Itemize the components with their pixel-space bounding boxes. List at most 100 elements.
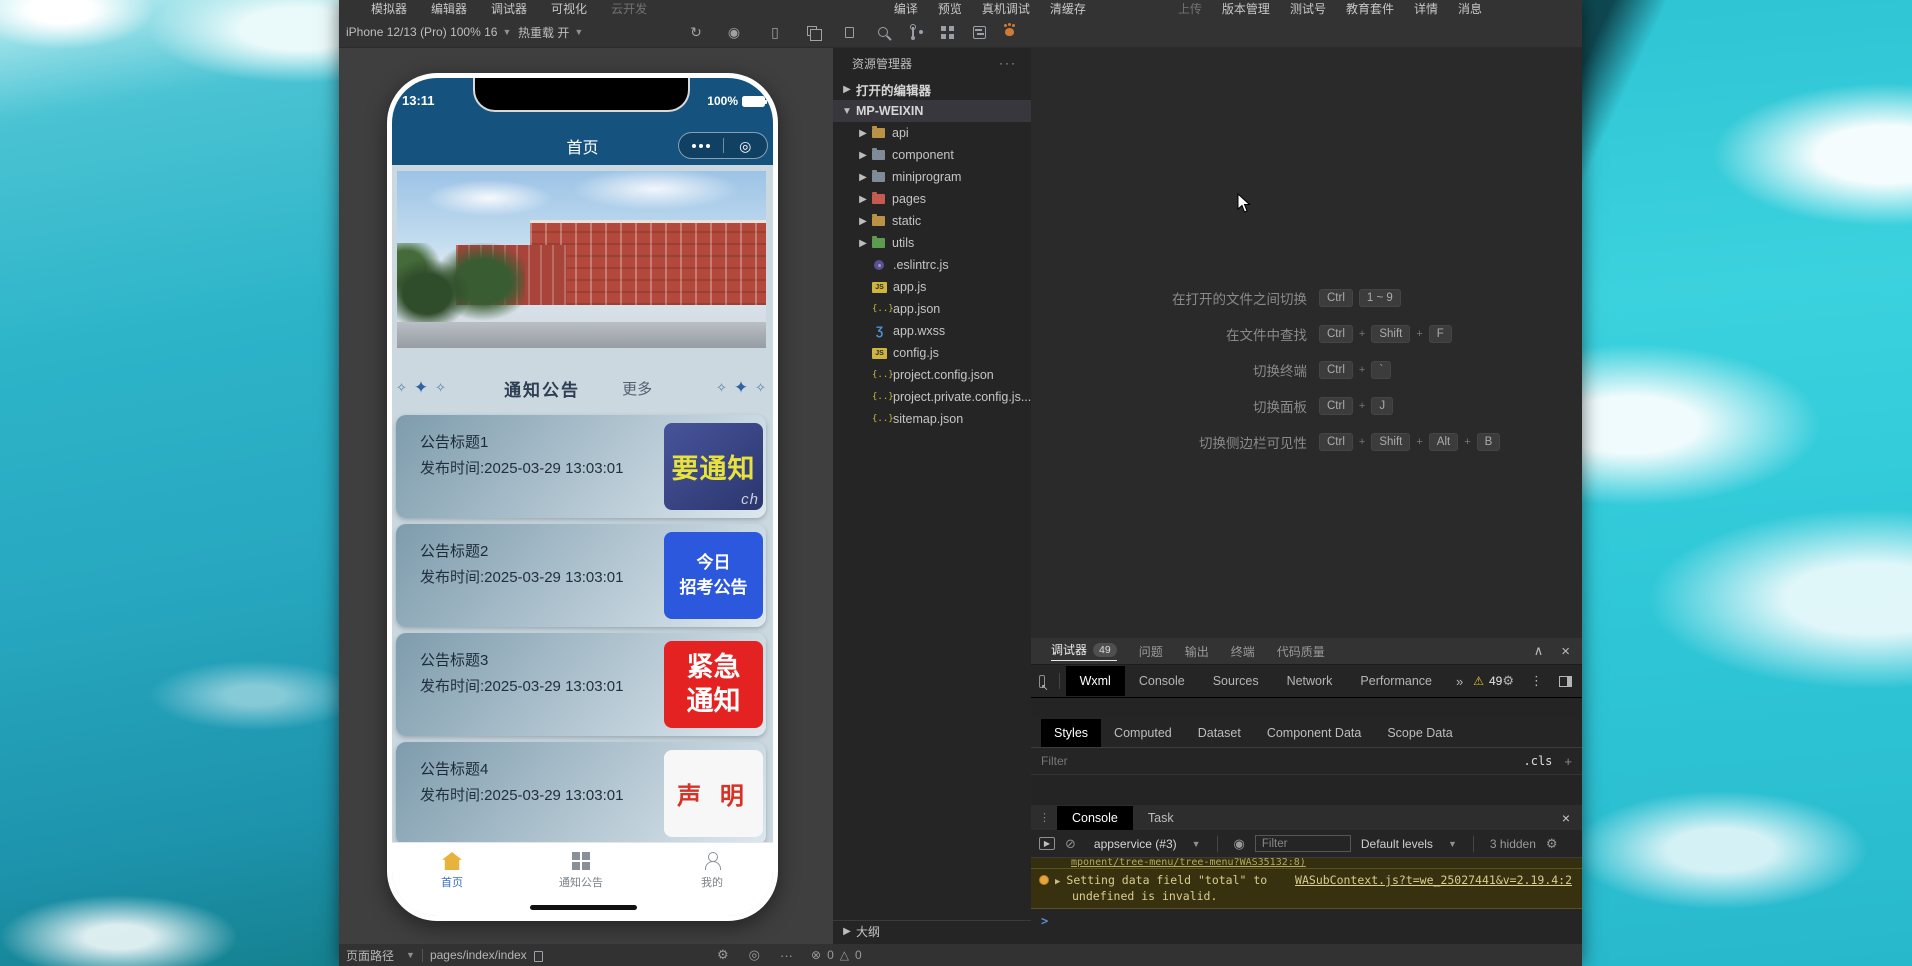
- console-prompt[interactable]: >: [1031, 909, 1582, 928]
- menu-item[interactable]: 编辑器: [431, 0, 467, 17]
- menu-item[interactable]: 调试器: [491, 0, 527, 17]
- notice-card[interactable]: 公告标题1 发布时间:2025-03-29 13:03:01 要通知: [396, 415, 766, 518]
- menu-item[interactable]: 云开发: [611, 0, 647, 17]
- capsule-menu[interactable]: ◎: [678, 132, 768, 159]
- explorer-file-row[interactable]: {..} app.json: [833, 298, 1031, 320]
- menu-item[interactable]: 教育套件: [1346, 0, 1394, 17]
- search-icon[interactable]: [878, 27, 888, 37]
- layout-icon[interactable]: [973, 26, 986, 39]
- settings-gear-icon[interactable]: ⚙: [1502, 673, 1514, 689]
- log-levels-selector[interactable]: Default levels: [1361, 837, 1433, 851]
- explorer-file-row[interactable]: {..} sitemap.json: [833, 408, 1031, 430]
- panel-tab[interactable]: 调试器 49: [1051, 641, 1117, 661]
- add-style-icon[interactable]: +: [1564, 754, 1572, 769]
- orange-paw-icon[interactable]: [1005, 28, 1014, 36]
- more-dots-icon[interactable]: [679, 144, 723, 148]
- panel-tab[interactable]: 终端: [1231, 643, 1255, 660]
- hot-reload-toggle[interactable]: 热重载 开 ▼: [518, 16, 583, 48]
- explorer-files-icon[interactable]: [845, 27, 854, 38]
- inspect-element-icon[interactable]: [1039, 675, 1045, 688]
- expand-triangle-icon[interactable]: ▶: [1055, 877, 1060, 887]
- campus-photo[interactable]: [397, 171, 766, 348]
- more-dots-icon[interactable]: ···: [780, 948, 793, 963]
- eye-icon[interactable]: ◉: [1234, 836, 1245, 852]
- tab-home[interactable]: 首页: [407, 852, 497, 890]
- devtools-tab[interactable]: Sources: [1199, 666, 1273, 696]
- menu-item[interactable]: 消息: [1458, 0, 1482, 17]
- problem-counts[interactable]: ⊗ 0 △ 0: [811, 948, 862, 962]
- warning-log-entry[interactable]: ▶ Setting data field "total" to WASubCon…: [1031, 868, 1582, 909]
- explorer-file-row[interactable]: Ʒ app.wxss: [833, 320, 1031, 342]
- drag-handle-icon[interactable]: ⋮: [1039, 811, 1049, 824]
- notice-card[interactable]: 公告标题2 发布时间:2025-03-29 13:03:01 今日招考公告: [396, 524, 766, 627]
- console-settings-icon[interactable]: ⚙: [1546, 836, 1558, 852]
- devtools-tab[interactable]: Wxml: [1066, 666, 1125, 696]
- explorer-folder-row[interactable]: ▶ utils: [833, 232, 1031, 254]
- console-filter-input[interactable]: [1255, 835, 1351, 852]
- console-tab[interactable]: Console: [1057, 806, 1133, 830]
- panel-tab[interactable]: 代码质量: [1277, 643, 1325, 660]
- editor-area[interactable]: 在打开的文件之间切换 Ctrl1 ~ 9 在文件中查找 Ctrl+Shift+F…: [1031, 48, 1582, 638]
- devtools-tab[interactable]: Network: [1273, 666, 1347, 696]
- tab-me[interactable]: 我的: [667, 852, 757, 890]
- explorer-folder-row[interactable]: ▶ component: [833, 144, 1031, 166]
- multi-window-icon[interactable]: [807, 26, 817, 36]
- console-sidebar-icon[interactable]: ▶: [1039, 837, 1055, 850]
- close-icon[interactable]: ×: [1561, 643, 1570, 660]
- explorer-folder-row[interactable]: ▶ static: [833, 210, 1031, 232]
- restart-icon[interactable]: ↻: [687, 24, 705, 40]
- kebab-menu-icon[interactable]: ⋮: [1530, 673, 1543, 689]
- explorer-file-row[interactable]: JS config.js: [833, 342, 1031, 364]
- explorer-folder-row[interactable]: ▶ miniprogram: [833, 166, 1031, 188]
- menu-item[interactable]: 清缓存: [1050, 0, 1086, 17]
- styles-tab[interactable]: Styles: [1041, 719, 1101, 747]
- page-path-selector[interactable]: 页面路径: [346, 947, 394, 964]
- devtools-tab[interactable]: Console: [1125, 666, 1199, 696]
- menu-item[interactable]: 模拟器: [371, 0, 407, 17]
- extensions-grid-icon[interactable]: [941, 26, 954, 39]
- notice-card[interactable]: 公告标题3 发布时间:2025-03-29 13:03:01 紧急通知: [396, 633, 766, 736]
- truncated-log-line[interactable]: mponent/tree-menu/tree-menu?WAS35132:8): [1031, 858, 1582, 868]
- menu-item[interactable]: 预览: [938, 0, 962, 17]
- source-link[interactable]: WASubContext.js?t=we_25027441&v=2.19.4:2: [1295, 873, 1572, 887]
- console-tab[interactable]: Task: [1133, 806, 1189, 830]
- more-dots-icon[interactable]: ···: [999, 56, 1017, 70]
- panel-tab[interactable]: 输出: [1185, 643, 1209, 660]
- menu-item[interactable]: 上传: [1178, 0, 1202, 17]
- more-tabs-icon[interactable]: »: [1456, 674, 1463, 689]
- styles-filter-input[interactable]: [1031, 753, 1524, 769]
- notice-card[interactable]: 公告标题4 发布时间:2025-03-29 13:03:01 声 明: [396, 742, 766, 845]
- open-editors-row[interactable]: ▶ 打开的编辑器: [833, 78, 1031, 100]
- panel-tab[interactable]: 问题: [1139, 643, 1163, 660]
- device-preview-icon[interactable]: ▯: [766, 24, 784, 40]
- close-icon[interactable]: ×: [1562, 810, 1570, 826]
- dock-side-icon[interactable]: [1559, 676, 1572, 687]
- exit-target-icon[interactable]: ◎: [724, 139, 768, 153]
- outline-row[interactable]: ▶ 大纲: [833, 920, 1031, 942]
- menu-item[interactable]: 真机调试: [982, 0, 1030, 17]
- record-icon[interactable]: ◉: [725, 24, 743, 40]
- copy-path-icon[interactable]: [534, 949, 546, 962]
- menu-item[interactable]: 可视化: [551, 0, 587, 17]
- preview-eye-icon[interactable]: ◎: [749, 947, 760, 963]
- cls-toggle[interactable]: .cls: [1524, 754, 1553, 768]
- debug-console-icon[interactable]: ⚙: [717, 947, 729, 963]
- devtools-tab[interactable]: Performance: [1346, 666, 1446, 696]
- explorer-file-row[interactable]: JS app.js: [833, 276, 1031, 298]
- menu-item[interactable]: 详情: [1414, 0, 1438, 17]
- warning-count[interactable]: ⚠ 49: [1473, 674, 1502, 688]
- tab-notice[interactable]: 通知公告: [536, 852, 626, 890]
- explorer-folder-row[interactable]: ▶ pages: [833, 188, 1031, 210]
- project-root-row[interactable]: ▼ MP-WEIXIN: [833, 100, 1031, 122]
- explorer-file-row[interactable]: {..} project.config.json: [833, 364, 1031, 386]
- git-branch-icon[interactable]: [910, 25, 922, 40]
- styles-tab[interactable]: Computed: [1101, 719, 1185, 747]
- explorer-file-row[interactable]: {..} project.private.config.js...: [833, 386, 1031, 408]
- styles-tab[interactable]: Dataset: [1185, 719, 1254, 747]
- styles-tab[interactable]: Scope Data: [1374, 719, 1465, 747]
- explorer-file-row[interactable]: .eslintrc.js: [833, 254, 1031, 276]
- menu-item[interactable]: 编译: [894, 0, 918, 17]
- device-selector[interactable]: iPhone 12/13 (Pro) 100% 16 ▼: [346, 16, 511, 48]
- menu-item[interactable]: 版本管理: [1222, 0, 1270, 17]
- js-context-selector[interactable]: appservice (#3): [1094, 837, 1177, 851]
